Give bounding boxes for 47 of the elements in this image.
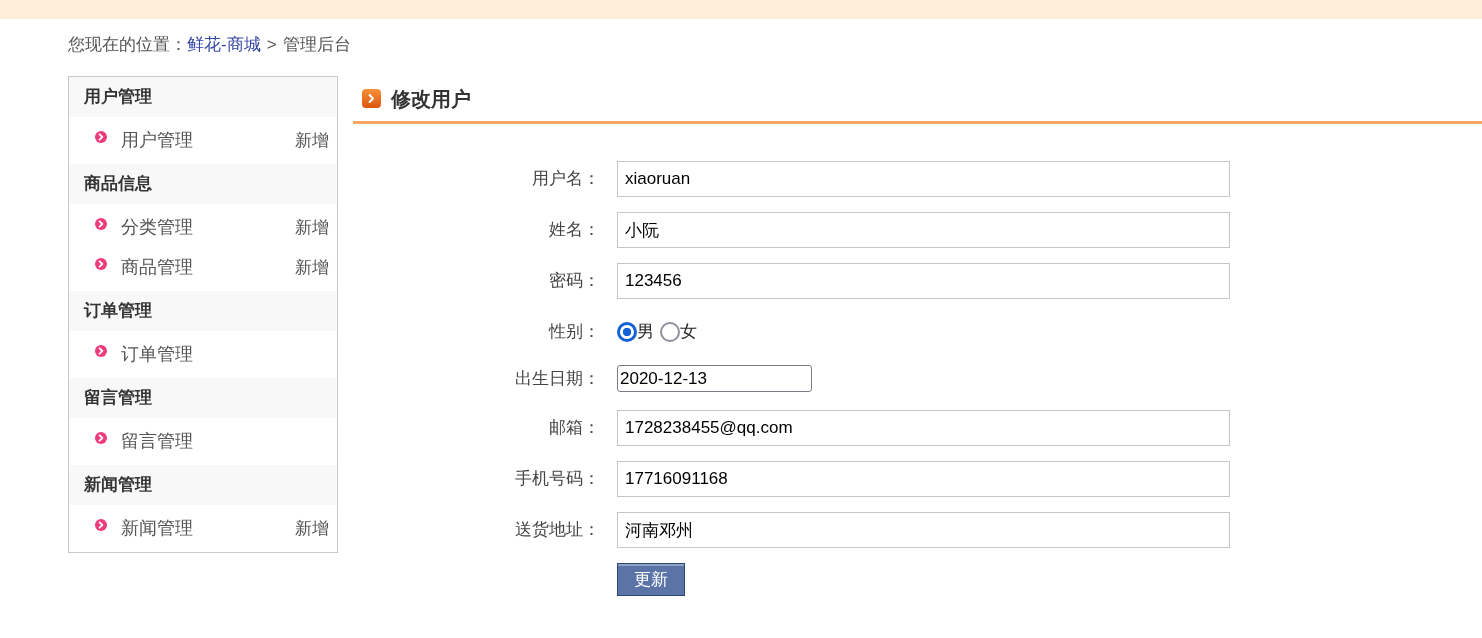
input-field[interactable]: 小阮 <box>617 212 1230 248</box>
field-label: 性别： <box>547 321 600 344</box>
field-label: 邮箱： <box>548 417 600 440</box>
breadcrumb-link[interactable]: 鲜花-商城 <box>187 35 261 54</box>
field-label: 出生日期： <box>514 368 600 390</box>
date-field[interactable]: 2020-12-13 <box>617 365 812 392</box>
sidebar-group-title: 留言管理 <box>69 378 337 418</box>
add-link[interactable]: 新增 <box>295 127 329 154</box>
field-label: 密码： <box>548 270 600 293</box>
input-field[interactable]: 1728238455@qq.com <box>617 410 1230 446</box>
panel-title: 修改用户 <box>391 86 471 111</box>
add-link[interactable]: 新增 <box>295 254 329 281</box>
field-label: 用户名： <box>531 168 600 191</box>
input-field[interactable]: 123456 <box>617 263 1230 299</box>
chevron-bullet-icon <box>95 344 107 357</box>
add-link[interactable]: 新增 <box>295 515 329 542</box>
input-field[interactable]: 河南邓州 <box>617 512 1230 548</box>
chevron-icon <box>362 89 381 108</box>
chevron-bullet-icon <box>95 130 107 143</box>
input-field[interactable]: xiaoruan <box>617 161 1230 197</box>
sidebar-link[interactable]: 订单管理 <box>121 341 193 368</box>
sidebar-link[interactable]: 用户管理 <box>121 127 193 154</box>
chevron-bullet-icon <box>95 518 107 531</box>
sidebar-group-title: 新闻管理 <box>69 465 337 505</box>
chevron-bullet-icon <box>95 257 107 270</box>
radio-button[interactable] <box>660 322 680 342</box>
sidebar-link[interactable]: 分类管理 <box>121 214 193 241</box>
sidebar-link[interactable]: 商品管理 <box>121 254 193 281</box>
sidebar-group-title: 订单管理 <box>69 291 337 331</box>
radio-label: 女 <box>680 321 697 344</box>
chevron-bullet-icon <box>95 431 107 444</box>
breadcrumb-separator: > <box>266 35 277 54</box>
input-field[interactable]: 17716091168 <box>617 461 1230 497</box>
breadcrumb-current: 管理后台 <box>282 35 351 54</box>
update-button[interactable]: 更新 <box>617 563 685 596</box>
sidebar-group-title: 用户管理 <box>69 77 337 117</box>
field-label: 姓名： <box>548 219 600 242</box>
radio-button[interactable] <box>617 322 637 342</box>
chevron-bullet-icon <box>95 217 107 230</box>
field-label: 送货地址： <box>514 519 600 542</box>
field-label: 手机号码： <box>514 468 600 491</box>
add-link[interactable]: 新增 <box>295 214 329 241</box>
sidebar-link[interactable]: 新闻管理 <box>121 515 193 542</box>
sidebar-link[interactable]: 留言管理 <box>121 428 193 455</box>
sidebar-group-title: 商品信息 <box>69 164 337 204</box>
breadcrumb-label: 您现在的位置： <box>68 35 187 54</box>
radio-label: 男 <box>637 321 654 344</box>
